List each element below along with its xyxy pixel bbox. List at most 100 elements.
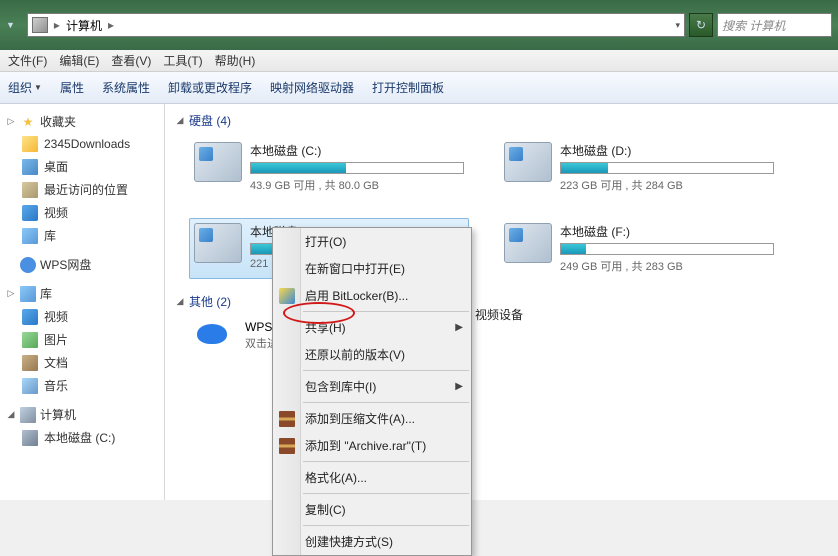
ctx-label: 共享(H) — [305, 319, 346, 336]
ctx-item[interactable]: 复制(C) — [273, 496, 471, 523]
drive-name: 本地磁盘 (D:) — [560, 142, 774, 159]
ctx-label: 包含到库中(I) — [305, 378, 376, 395]
menu-edit[interactable]: 编辑(E) — [53, 50, 105, 71]
ctx-item[interactable]: 添加到 "Archive.rar"(T) — [273, 432, 471, 459]
menu-view[interactable]: 查看(V) — [105, 50, 157, 71]
sidebar-item-downloads[interactable]: 2345Downloads — [0, 133, 164, 155]
menu-file[interactable]: 文件(F) — [2, 50, 53, 71]
breadcrumb-sep-icon: ▸ — [108, 18, 114, 32]
ctx-item[interactable]: 在新窗口中打开(E) — [273, 255, 471, 282]
context-menu: 打开(O) 在新窗口中打开(E) 启用 BitLocker(B)... 共享(H) ▶ 还… — [272, 227, 472, 556]
archive-icon — [279, 438, 295, 454]
library-icon — [20, 286, 36, 302]
ctx-item[interactable]: 创建快捷方式(S) — [273, 528, 471, 555]
music-icon — [22, 378, 38, 394]
video-icon — [22, 309, 38, 325]
ctx-item[interactable]: 打开(O) — [273, 228, 471, 255]
submenu-arrow-icon: ▶ — [455, 322, 463, 333]
ctx-item[interactable]: 包含到库中(I) ▶ — [273, 373, 471, 400]
submenu-arrow-icon: ▶ — [455, 381, 463, 392]
wps-icon — [20, 257, 36, 273]
drive-stat: 43.9 GB 可用 , 共 80.0 GB — [250, 177, 464, 193]
menu-tools[interactable]: 工具(T) — [157, 50, 208, 71]
library-icon — [22, 228, 38, 244]
drive-icon — [504, 223, 552, 263]
drive-icon — [504, 142, 552, 182]
drive-stat: 223 GB 可用 , 共 284 GB — [560, 177, 774, 193]
ctx-label: 在新窗口中打开(E) — [305, 260, 405, 277]
ctx-item[interactable]: 还原以前的版本(V) — [273, 341, 471, 368]
menu-help[interactable]: 帮助(H) — [209, 50, 262, 71]
ctx-item[interactable]: 格式化(A)... — [273, 464, 471, 491]
sidebar-item-desktop[interactable]: 桌面 — [0, 155, 164, 178]
archive-icon — [279, 411, 295, 427]
drive-icon — [194, 142, 242, 182]
address-dropdown-icon[interactable]: ▾ — [675, 20, 680, 31]
sidebar-wps[interactable]: WPS网盘 — [0, 253, 164, 276]
sidebar-item-drive-c[interactable]: 本地磁盘 (C:) — [0, 426, 164, 449]
sidebar-libraries[interactable]: ▷库 — [0, 282, 164, 305]
ctx-label: 创建快捷方式(S) — [305, 533, 393, 550]
drive-icon — [22, 430, 38, 446]
section-drives[interactable]: ◢硬盘 (4) — [175, 112, 838, 129]
computer-icon — [20, 407, 36, 423]
sidebar-favorites[interactable]: ▷★收藏夹 — [0, 110, 164, 133]
drive-capacity-bar — [250, 162, 464, 174]
wps-drive-icon — [189, 318, 237, 358]
refresh-icon: ↻ — [696, 18, 706, 32]
sidebar-item-pictures[interactable]: 图片 — [0, 328, 164, 351]
ctx-label: 打开(O) — [305, 233, 346, 250]
drive-item[interactable]: 本地磁盘 (F:) 249 GB 可用 , 共 283 GB — [499, 218, 779, 279]
video-icon — [22, 205, 38, 221]
sidebar-item-videos[interactable]: 视频 — [0, 305, 164, 328]
ctx-label: 复制(C) — [305, 501, 346, 518]
star-icon: ★ — [20, 114, 36, 130]
ctx-label: 还原以前的版本(V) — [305, 346, 405, 363]
sidebar-item-lib[interactable]: 库 — [0, 224, 164, 247]
computer-icon — [32, 17, 48, 33]
drive-capacity-bar — [560, 243, 774, 255]
sidebar-item-documents[interactable]: 文档 — [0, 351, 164, 374]
folder-icon — [22, 136, 38, 152]
nav-back-dropdown[interactable]: ▼ — [6, 20, 15, 30]
sidebar-computer[interactable]: ◢计算机 — [0, 403, 164, 426]
desktop-icon — [22, 159, 38, 175]
address-bar[interactable]: ▸ 计算机 ▸ ▾ — [27, 13, 685, 37]
drive-capacity-bar — [560, 162, 774, 174]
breadcrumb-sep-icon: ▸ — [54, 18, 60, 32]
recent-icon — [22, 182, 38, 198]
drive-stat: 249 GB 可用 , 共 283 GB — [560, 258, 774, 274]
drive-name: 本地磁盘 (F:) — [560, 223, 774, 240]
content-pane: ◢硬盘 (4) 本地磁盘 (C:)43.9 GB 可用 , 共 80.0 GB本… — [165, 104, 838, 500]
search-input[interactable]: 搜索 计算机 — [717, 13, 832, 37]
ctx-item[interactable]: 共享(H) ▶ — [273, 314, 471, 341]
tb-map-drive[interactable]: 映射网络驱动器 — [270, 79, 354, 96]
ctx-label: 格式化(A)... — [305, 469, 367, 486]
search-placeholder: 搜索 计算机 — [722, 17, 785, 34]
sidebar-item-music[interactable]: 音乐 — [0, 374, 164, 397]
sidebar: ▷★收藏夹 2345Downloads 桌面 最近访问的位置 视频 库 WPS网… — [0, 104, 165, 500]
refresh-button[interactable]: ↻ — [689, 13, 713, 37]
drive-icon — [194, 223, 242, 263]
tb-system-properties[interactable]: 系统属性 — [102, 79, 150, 96]
tb-uninstall[interactable]: 卸载或更改程序 — [168, 79, 252, 96]
document-icon — [22, 355, 38, 371]
sidebar-item-recent[interactable]: 最近访问的位置 — [0, 178, 164, 201]
ctx-label: 添加到压缩文件(A)... — [305, 410, 415, 427]
breadcrumb-location[interactable]: 计算机 — [66, 17, 102, 34]
shield-icon — [279, 288, 295, 304]
drive-item[interactable]: 本地磁盘 (D:) 223 GB 可用 , 共 284 GB — [499, 137, 779, 198]
toolbar: 组织 ▼ 属性 系统属性 卸载或更改程序 映射网络驱动器 打开控制面板 — [0, 72, 838, 104]
tb-organize[interactable]: 组织 ▼ — [8, 79, 42, 96]
tb-control-panel[interactable]: 打开控制面板 — [372, 79, 444, 96]
drive-name: 本地磁盘 (C:) — [250, 142, 464, 159]
ctx-extra-label: 视频设备 — [475, 306, 523, 323]
tb-properties[interactable]: 属性 — [60, 79, 84, 96]
ctx-label: 启用 BitLocker(B)... — [305, 287, 408, 304]
ctx-item[interactable]: 启用 BitLocker(B)... — [273, 282, 471, 309]
picture-icon — [22, 332, 38, 348]
drive-item[interactable]: 本地磁盘 (C:) 43.9 GB 可用 , 共 80.0 GB — [189, 137, 469, 198]
titlebar: ▼ ▸ 计算机 ▸ ▾ ↻ 搜索 计算机 — [0, 0, 838, 50]
ctx-item[interactable]: 添加到压缩文件(A)... — [273, 405, 471, 432]
sidebar-item-video[interactable]: 视频 — [0, 201, 164, 224]
